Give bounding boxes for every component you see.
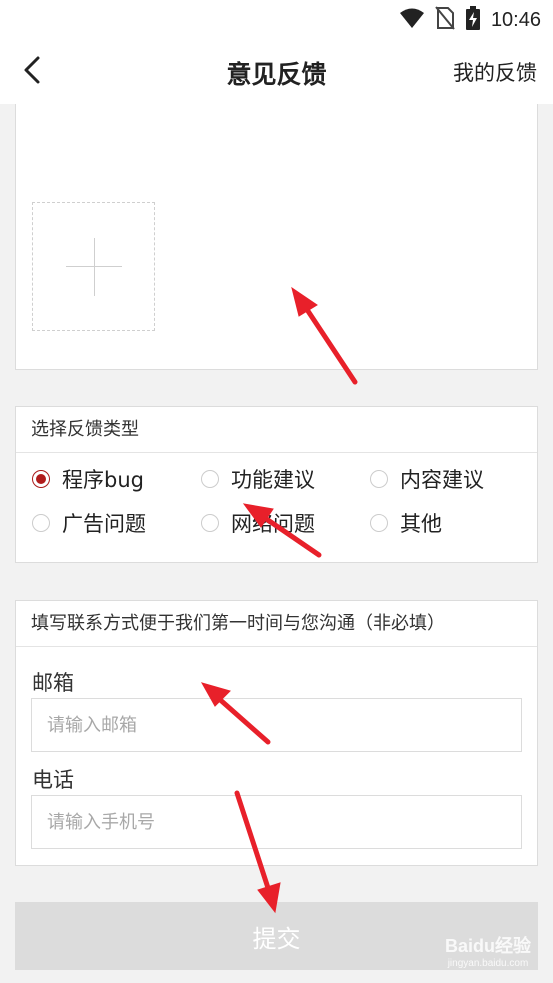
radio-label: 内容建议: [400, 468, 484, 492]
radio-label: 广告问题: [62, 512, 146, 536]
no-sim-icon: [435, 6, 455, 34]
status-icons: 10:46: [399, 6, 541, 34]
my-feedback-link[interactable]: 我的反馈: [453, 57, 537, 87]
radio-unchecked-icon: [201, 514, 219, 532]
wifi-icon: [399, 7, 425, 33]
back-button[interactable]: [18, 54, 50, 86]
status-time: 10:46: [490, 8, 541, 31]
radio-unchecked-icon: [370, 470, 388, 488]
radio-checked-icon: [32, 470, 50, 488]
status-bar: 10:46: [0, 0, 553, 38]
chevron-left-icon: [24, 56, 40, 84]
nav-bar: 意见反馈 我的反馈: [0, 38, 553, 104]
radio-label: 其他: [400, 512, 442, 536]
radio-label: 功能建议: [231, 468, 315, 492]
feedback-type-card: 选择反馈类型 程序bug 功能建议 内容建议 广告问题 网络问题 其他: [15, 406, 538, 563]
radio-option-feature[interactable]: 功能建议: [201, 462, 315, 496]
add-image-button[interactable]: [32, 202, 155, 331]
image-upload-card: [15, 104, 538, 370]
radio-unchecked-icon: [370, 514, 388, 532]
radio-option-network[interactable]: 网络问题: [201, 506, 315, 540]
radio-label: 程序bug: [62, 468, 144, 492]
email-label: 邮箱: [32, 671, 74, 695]
submit-button[interactable]: 提交: [15, 902, 538, 970]
radio-option-other[interactable]: 其他: [370, 506, 442, 540]
radio-unchecked-icon: [32, 514, 50, 532]
feedback-type-header: 选择反馈类型: [16, 407, 537, 453]
email-field[interactable]: [31, 698, 522, 752]
radio-option-bug[interactable]: 程序bug: [32, 462, 144, 496]
radio-option-content[interactable]: 内容建议: [370, 462, 484, 496]
phone-field[interactable]: [31, 795, 522, 849]
phone-label: 电话: [32, 768, 74, 792]
contact-card: 填写联系方式便于我们第一时间与您沟通（非必填） 邮箱 电话: [15, 600, 538, 866]
battery-charging-icon: [465, 6, 481, 34]
radio-label: 网络问题: [231, 512, 315, 536]
contact-header: 填写联系方式便于我们第一时间与您沟通（非必填）: [16, 601, 537, 647]
radio-unchecked-icon: [201, 470, 219, 488]
radio-option-ads[interactable]: 广告问题: [32, 506, 146, 540]
